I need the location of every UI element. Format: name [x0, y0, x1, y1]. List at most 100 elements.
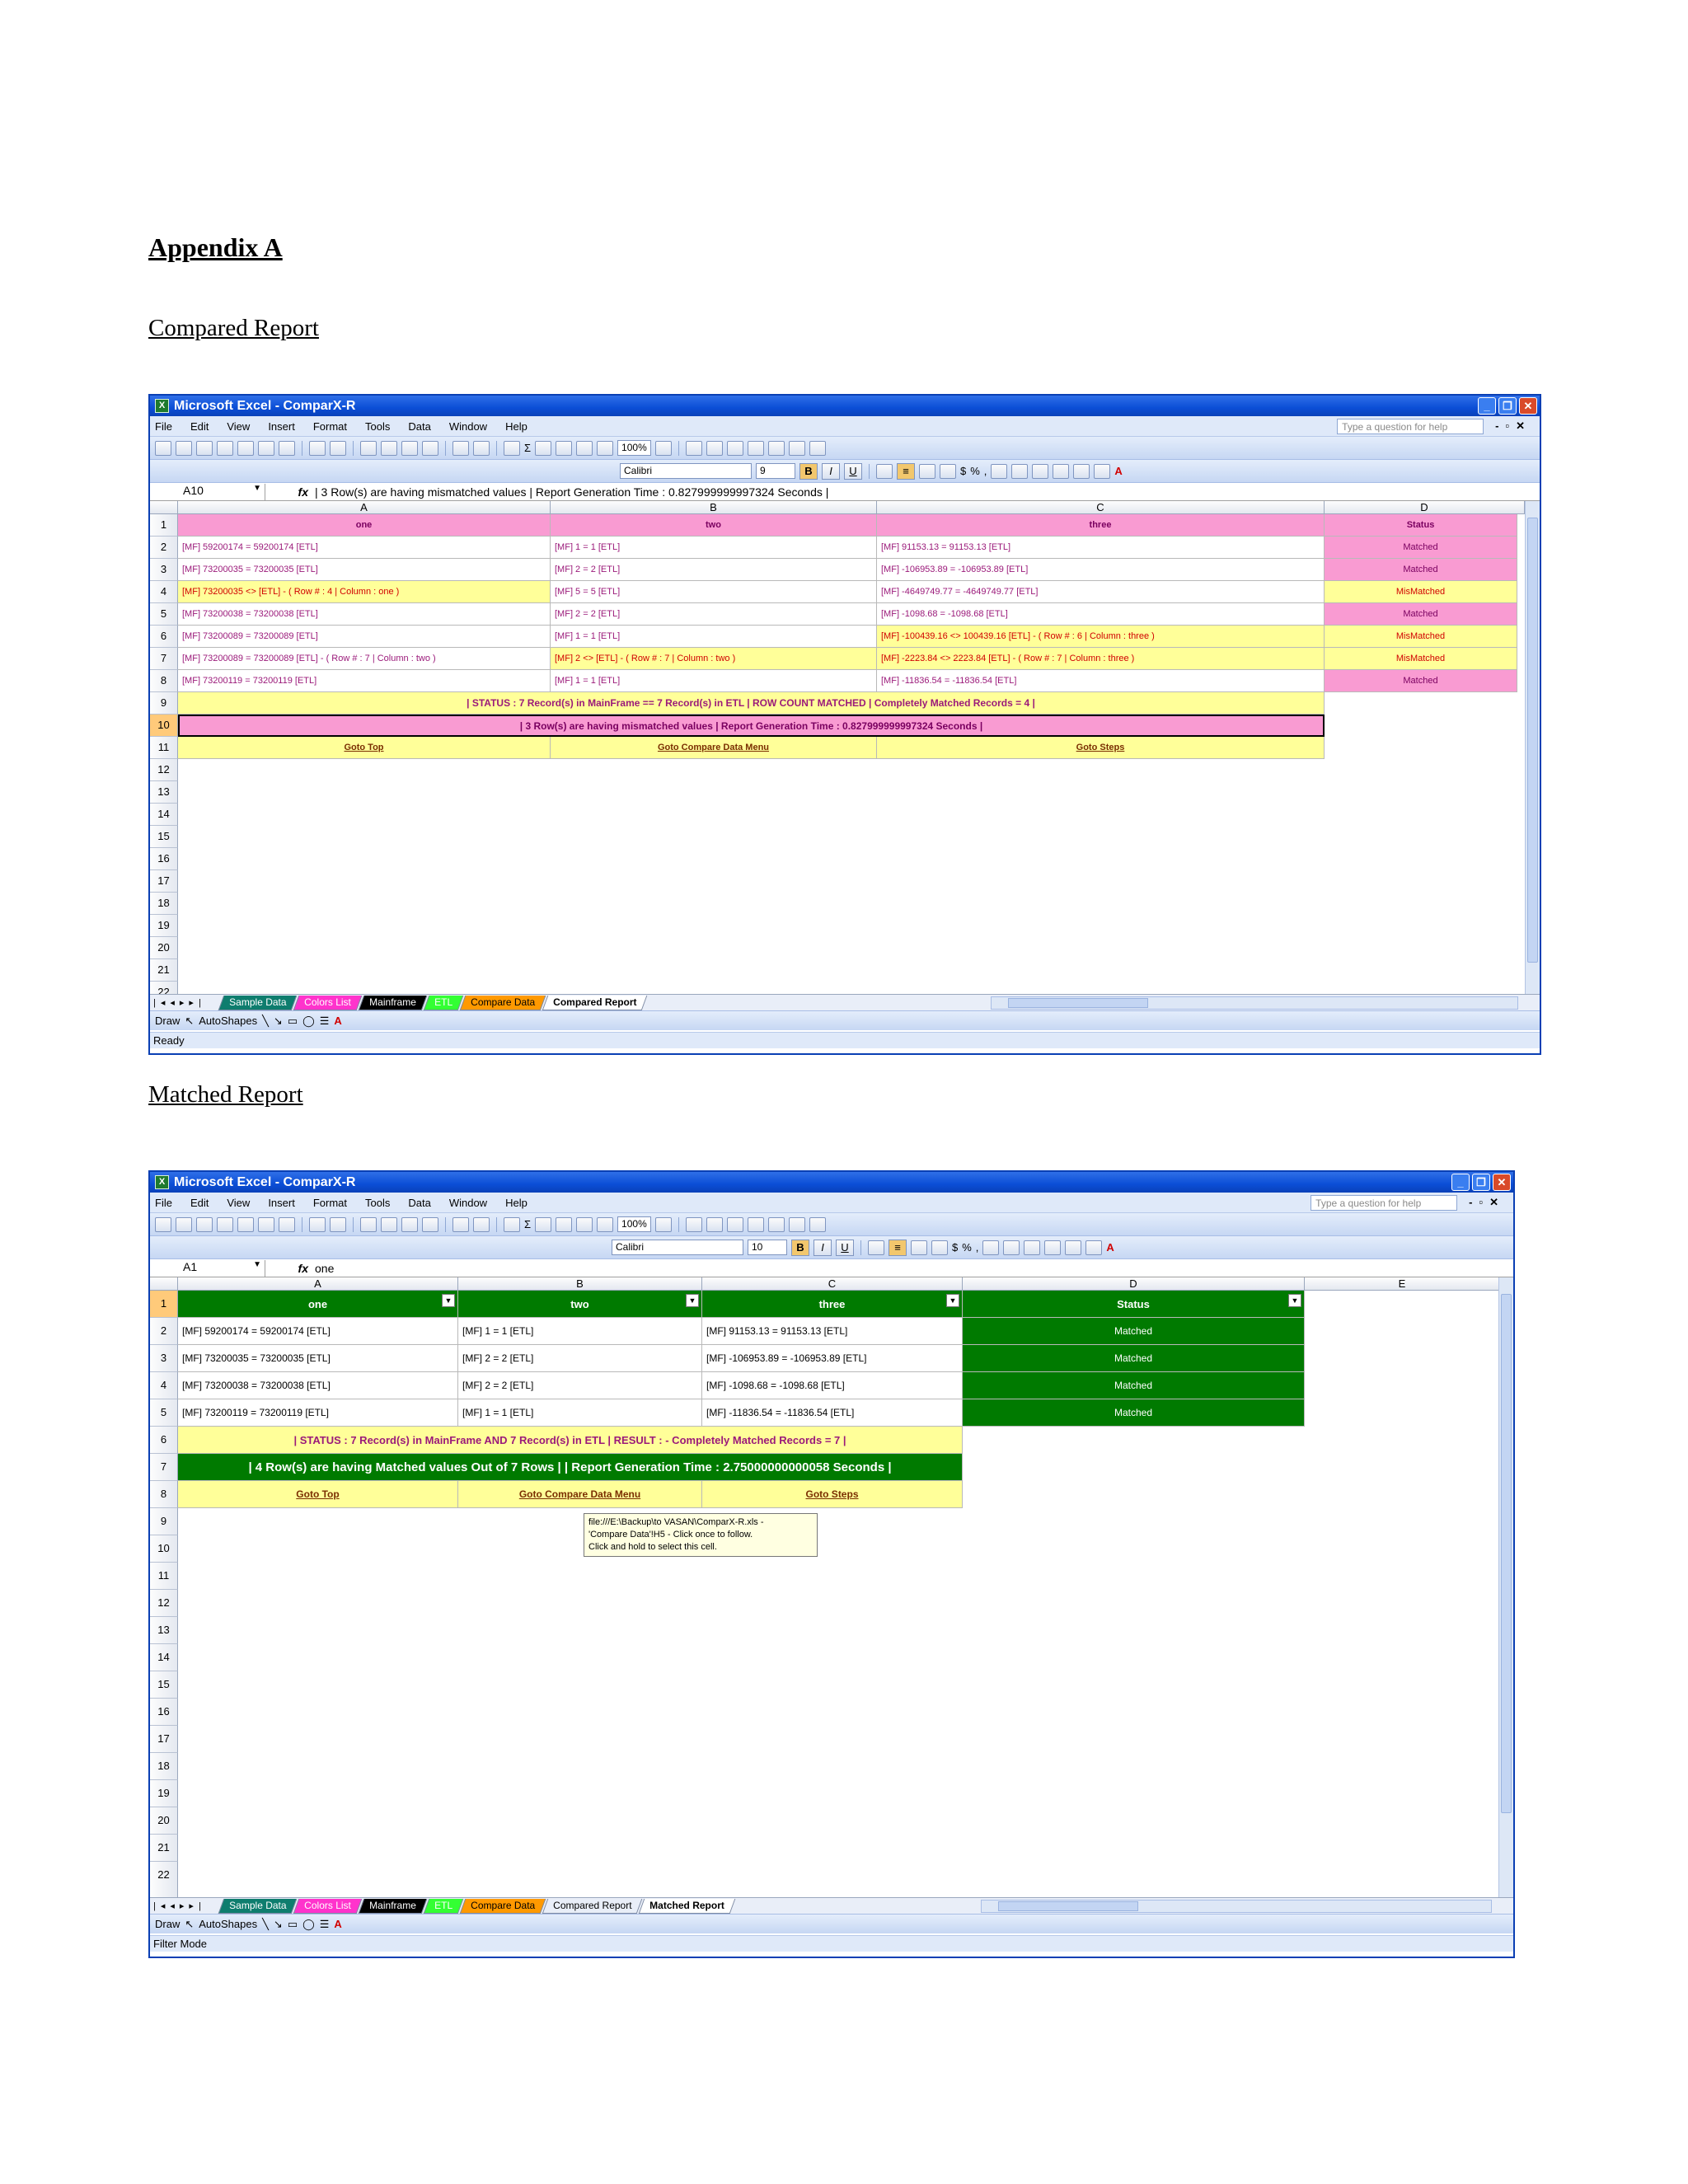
column-header-d[interactable]: D [1325, 501, 1525, 514]
drawing-icon[interactable] [597, 1216, 614, 1232]
row-header[interactable]: 7 [150, 1454, 178, 1481]
option-button-icon[interactable] [747, 1216, 764, 1232]
rectangle-icon[interactable]: ▭ [288, 1015, 298, 1028]
menu-file[interactable]: File [155, 1197, 172, 1209]
goto-steps-link[interactable]: Goto Steps [702, 1481, 963, 1508]
table-cell[interactable]: [MF] 2 = 2 [ETL] [551, 559, 877, 581]
goto-compare-data-menu-link[interactable]: Goto Compare Data Menu [551, 737, 877, 759]
workbook-window-controls[interactable]: -▫✕ [1469, 1196, 1505, 1209]
column-header-b[interactable]: B [458, 1277, 702, 1291]
help-icon[interactable] [654, 440, 672, 456]
status-cell[interactable]: Matched [963, 1372, 1305, 1399]
menu-help[interactable]: Help [505, 420, 528, 433]
row-header-selected[interactable]: 1 [150, 1291, 178, 1318]
table-cell[interactable]: [MF] 73200119 = 73200119 [ETL] [178, 1399, 458, 1427]
header-cell-one[interactable]: one [178, 514, 551, 537]
chart-wizard-icon[interactable] [576, 440, 593, 456]
vertical-scrollbar[interactable] [1498, 1277, 1513, 1902]
table-cell[interactable]: [MF] 2 = 2 [ETL] [458, 1372, 702, 1399]
table-cell[interactable]: [MF] -4649749.77 = -4649749.77 [ETL] [877, 581, 1325, 603]
worksheet-grid[interactable]: A B C D 1 2 3 4 5 6 7 8 9 10 11 12 13 14… [150, 501, 1540, 1001]
table-cell[interactable]: [MF] 91153.13 = 91153.13 [ETL] [702, 1318, 963, 1345]
menu-tools[interactable]: Tools [365, 420, 390, 433]
row-header[interactable]: 18 [150, 893, 178, 915]
status-cell[interactable]: Matched [1325, 559, 1517, 581]
line-style-icon[interactable]: ☰ [320, 1918, 330, 1931]
row-header[interactable]: 10 [150, 1535, 178, 1563]
text-box-icon[interactable] [685, 1216, 702, 1232]
sheet-nav-arrows[interactable]: |◂◂▸▸| [150, 997, 221, 1008]
table-cell[interactable]: [MF] 1 = 1 [ETL] [551, 537, 877, 559]
borders-icon[interactable] [1073, 463, 1090, 479]
status-cell[interactable]: Matched [963, 1318, 1305, 1345]
checkbox-icon[interactable] [726, 440, 743, 456]
line-style-icon[interactable]: ☰ [320, 1015, 330, 1028]
table-cell-mismatch[interactable]: [MF] 2 <> [ETL] - ( Row # : 7 | Column :… [551, 648, 877, 670]
comma-style-icon[interactable]: , [976, 1241, 979, 1254]
row-header[interactable]: 2 [150, 1318, 178, 1345]
print-icon[interactable] [258, 440, 274, 456]
status-cell[interactable]: Matched [1325, 670, 1517, 692]
row-header[interactable]: 19 [150, 915, 178, 937]
label-icon[interactable] [706, 1216, 723, 1232]
menu-window[interactable]: Window [449, 1197, 487, 1209]
font-color-icon[interactable]: A [334, 1015, 341, 1027]
row-header[interactable]: 3 [150, 559, 178, 581]
new-icon[interactable] [155, 1216, 171, 1232]
font-color-icon[interactable]: A [1106, 1241, 1114, 1254]
table-cell[interactable]: [MF] 59200174 = 59200174 [ETL] [178, 537, 551, 559]
hyperlink-icon[interactable] [504, 1216, 520, 1232]
merge-center-icon[interactable] [940, 463, 956, 479]
restore-icon[interactable]: ❐ [1498, 397, 1517, 415]
row-header[interactable]: 9 [150, 1508, 178, 1535]
oval-icon[interactable]: ◯ [302, 1918, 315, 1931]
goto-compare-data-menu-link[interactable]: Goto Compare Data Menu [458, 1481, 702, 1508]
header-cell-one[interactable]: one ▼ [178, 1291, 458, 1318]
workbook-window-controls[interactable]: -▫✕ [1495, 419, 1531, 433]
sheet-tab-compared-report[interactable]: Compared Report [542, 1898, 643, 1914]
chart-wizard-icon[interactable] [576, 1216, 593, 1232]
chevron-down-icon[interactable]: ▼ [253, 484, 261, 493]
menu-file[interactable]: File [155, 420, 172, 433]
align-center-icon[interactable]: ≡ [897, 462, 915, 480]
menu-window[interactable]: Window [449, 420, 487, 433]
row-header[interactable]: 14 [150, 1644, 178, 1671]
mismatch-summary-cell[interactable]: | 3 Row(s) are having mismatched values … [178, 715, 1325, 737]
help-icon[interactable] [654, 1216, 672, 1232]
research-icon[interactable] [330, 440, 346, 456]
status-summary-cell[interactable]: | STATUS : 7 Record(s) in MainFrame == 7… [178, 692, 1325, 715]
font-size-select[interactable]: 10 [748, 1240, 787, 1255]
worksheet-grid[interactable]: A B C D E 1 2 3 4 5 6 7 8 9 10 11 12 13 … [150, 1277, 1513, 1902]
table-cell[interactable]: [MF] 73200038 = 73200038 [ETL] [178, 1372, 458, 1399]
table-cell[interactable]: [MF] 5 = 5 [ETL] [551, 581, 877, 603]
menu-edit[interactable]: Edit [190, 420, 209, 433]
arrow-icon[interactable]: ↘ [274, 1918, 283, 1931]
row-header[interactable]: 8 [150, 1481, 178, 1508]
hyperlink-icon[interactable] [504, 440, 520, 456]
table-cell[interactable]: [MF] 2 = 2 [ETL] [551, 603, 877, 626]
function-icon[interactable]: fx [265, 1262, 315, 1275]
chevron-down-icon[interactable]: ▼ [686, 1294, 699, 1307]
copy-icon[interactable] [381, 1216, 397, 1232]
zoom-select[interactable]: 100% [617, 440, 651, 456]
sheet-tab-matched-report[interactable]: Matched Report [638, 1898, 736, 1914]
status-cell[interactable]: Matched [963, 1345, 1305, 1372]
sheet-tab-compare-data[interactable]: Compare Data [459, 1898, 546, 1914]
decrease-indent-icon[interactable] [1024, 1240, 1041, 1255]
list-box-icon[interactable] [767, 440, 785, 456]
font-size-select[interactable]: 9 [756, 463, 795, 479]
row-header[interactable]: 6 [150, 626, 178, 648]
table-cell[interactable]: [MF] -1098.68 = -1098.68 [ETL] [702, 1372, 963, 1399]
table-cell[interactable]: [MF] 1 = 1 [ETL] [458, 1318, 702, 1345]
table-cell[interactable]: [MF] 73200035 = 73200035 [ETL] [178, 559, 551, 581]
row-header[interactable]: 5 [150, 603, 178, 626]
bold-button[interactable]: B [799, 462, 818, 480]
row-header[interactable]: 13 [150, 781, 178, 804]
header-cell-two[interactable]: two ▼ [458, 1291, 702, 1318]
sheet-tab-colors-list[interactable]: Colors List [293, 1898, 363, 1914]
table-cell[interactable]: [MF] -1098.68 = -1098.68 [ETL] [877, 603, 1325, 626]
help-search-input[interactable]: Type a question for help [1337, 418, 1484, 434]
checkbox-icon[interactable] [726, 1216, 743, 1232]
row-header-selected[interactable]: 10 [150, 715, 178, 737]
menu-insert[interactable]: Insert [268, 420, 295, 433]
